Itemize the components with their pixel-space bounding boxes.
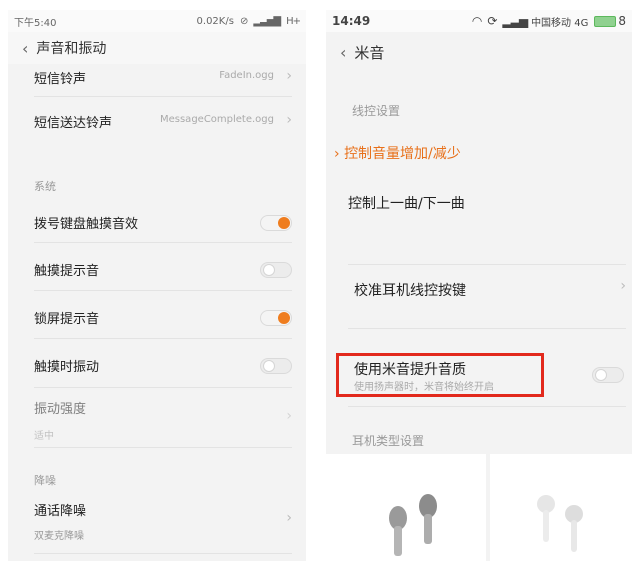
status-bar: 下午5:40 0.02K/s ⊘ ▂▃▅▇ H+	[8, 10, 306, 32]
earphone-card-earbud[interactable]	[490, 454, 632, 561]
battery-level: 8	[618, 14, 626, 28]
dialpad-tone-toggle[interactable]	[260, 215, 292, 231]
carrier: 中国移动 4G	[531, 17, 589, 29]
touch-vibrate-row[interactable]: 触摸时振动	[34, 356, 292, 376]
sms-sent-tone-row[interactable]: 短信送达铃声 MessageComplete.ogg ›	[34, 112, 292, 132]
lock-sound-toggle[interactable]	[260, 310, 292, 326]
touch-sound-row[interactable]: 触摸提示音	[34, 260, 292, 280]
signal-icon: ▂▃▅▇	[253, 15, 281, 27]
divider	[348, 406, 626, 407]
page-header: ‹ 米音	[326, 32, 632, 72]
network-type: H+	[286, 15, 301, 27]
chevron-right-icon: ›	[334, 146, 340, 162]
section-system: 系统	[34, 180, 56, 193]
sms-sent-tone-label: 短信送达铃声	[34, 116, 113, 131]
vibrate-strength-label: 振动强度	[34, 402, 87, 417]
chevron-right-icon: ›	[286, 408, 292, 424]
call-noise-row[interactable]: 通话降噪 双麦克降噪 ›	[34, 500, 292, 542]
battery-icon	[594, 15, 617, 27]
chevron-right-icon: ›	[620, 278, 626, 294]
divider	[34, 553, 292, 554]
calibrate-row[interactable]: 校准耳机线控按键	[354, 280, 466, 300]
call-noise-value: 双麦克降噪	[34, 531, 84, 542]
touch-vibrate-label: 触摸时振动	[34, 360, 100, 375]
lock-sound-row[interactable]: 锁屏提示音	[34, 308, 292, 328]
divider	[34, 338, 292, 339]
net-speed: 0.02K/s	[196, 15, 234, 27]
chevron-right-icon: ›	[286, 112, 292, 128]
sync-icon: ⟳	[487, 14, 497, 28]
mute-icon: ⊘	[239, 15, 248, 27]
status-bar: 14:49 ◠ ⟳ ▂▃▅ 中国移动 4G 8	[326, 10, 632, 32]
chevron-right-icon: ›	[286, 68, 292, 84]
headset-icon: ◠	[471, 14, 483, 28]
sms-tone-value: FadeIn.ogg	[219, 70, 274, 81]
sms-tone-row[interactable]: 短信铃声 FadeIn.ogg ›	[34, 68, 292, 88]
dialpad-tone-label: 拨号键盘触摸音效	[34, 217, 139, 232]
track-control-row[interactable]: 控制上一曲/下一曲	[348, 193, 465, 213]
left-screen: 下午5:40 0.02K/s ⊘ ▂▃▅▇ H+ ‹ 声音和振动 短信铃声 Fa…	[8, 10, 306, 561]
back-icon[interactable]: ‹	[326, 43, 354, 62]
touch-sound-label: 触摸提示音	[34, 264, 100, 279]
vibrate-strength-row: 振动强度 适中 ›	[34, 398, 292, 442]
sms-tone-label: 短信铃声	[34, 72, 87, 87]
back-icon[interactable]: ‹	[8, 39, 36, 58]
earbud-icon	[389, 494, 437, 556]
enhance-toggle[interactable]	[592, 367, 624, 383]
signal-icon: ▂▃▅	[502, 14, 528, 28]
divider	[348, 264, 626, 265]
highlight-box	[336, 353, 544, 397]
right-screen: 14:49 ◠ ⟳ ▂▃▅ 中国移动 4G 8 ‹ 米音 线控设置 › 控制音量…	[326, 10, 632, 561]
chevron-right-icon: ›	[286, 510, 292, 526]
earbud-icon	[537, 495, 583, 552]
earphone-card-in-ear[interactable]	[326, 454, 486, 561]
section-earphone-type: 耳机类型设置	[352, 434, 425, 448]
vibrate-strength-value: 适中	[34, 431, 54, 442]
divider	[348, 328, 626, 329]
call-noise-label: 通话降噪	[34, 504, 87, 519]
section-wire-control: 线控设置	[352, 104, 401, 118]
divider	[34, 387, 292, 388]
touch-sound-toggle[interactable]	[260, 262, 292, 278]
divider	[34, 242, 292, 243]
sms-sent-tone-value: MessageComplete.ogg	[159, 114, 274, 125]
dialpad-tone-row[interactable]: 拨号键盘触摸音效	[34, 213, 292, 233]
divider	[34, 96, 292, 97]
page-title: 声音和振动	[36, 41, 107, 57]
status-time: 14:49	[332, 14, 371, 28]
lock-sound-label: 锁屏提示音	[34, 312, 100, 327]
vol-control-row[interactable]: › 控制音量增加/减少	[334, 143, 461, 163]
touch-vibrate-toggle[interactable]	[260, 358, 292, 374]
vol-control-label: 控制音量增加/减少	[344, 146, 461, 162]
earphone-cards	[326, 454, 632, 561]
page-header: ‹ 声音和振动	[8, 32, 306, 64]
page-title: 米音	[354, 43, 385, 62]
section-noise: 降噪	[34, 474, 56, 487]
divider	[34, 447, 292, 448]
divider	[34, 290, 292, 291]
status-time: 下午5:40	[14, 17, 57, 29]
